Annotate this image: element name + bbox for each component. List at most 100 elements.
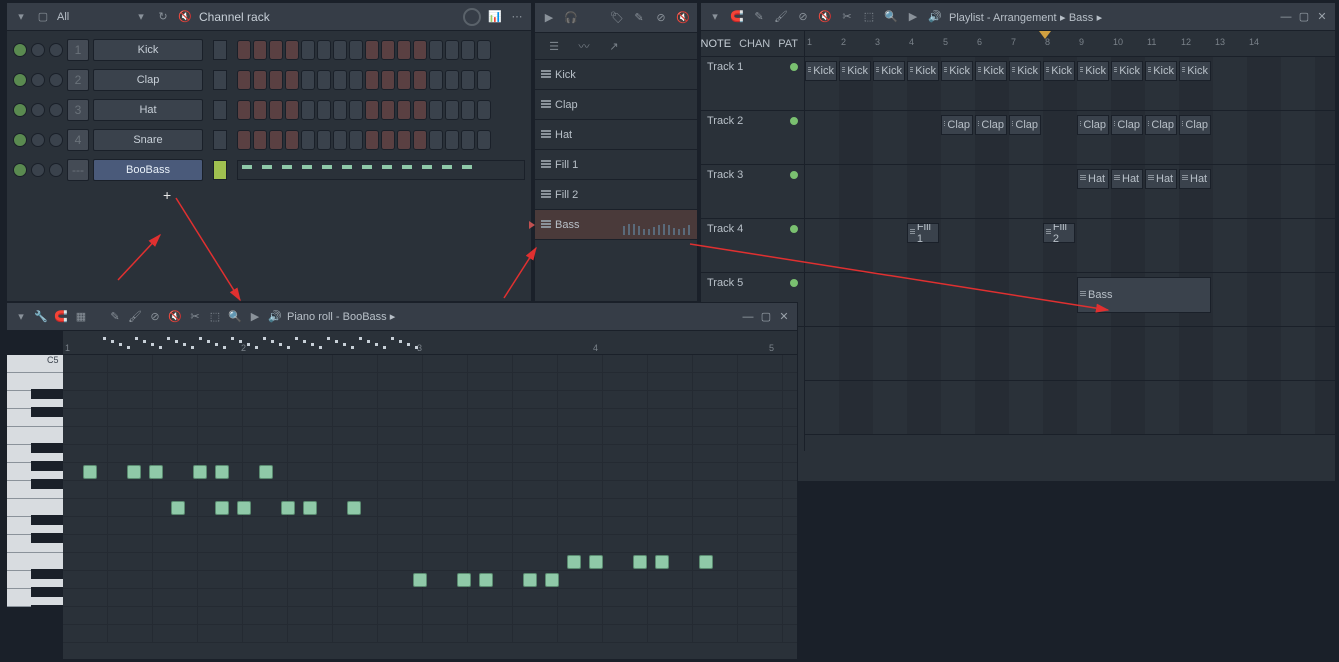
piano-roll-lane[interactable] [63,427,797,445]
step[interactable] [301,130,315,150]
step[interactable] [397,40,411,60]
midi-note[interactable] [281,501,295,515]
menu-icon[interactable]: ▾ [13,9,29,25]
close-button[interactable]: ✕ [777,310,791,324]
channel-select[interactable] [213,40,227,60]
bar-number[interactable]: 2 [841,37,846,47]
bar-number[interactable]: 3 [875,37,880,47]
playlist-clip[interactable]: Kick [873,61,905,81]
bar-number[interactable]: 7 [1011,37,1016,47]
step[interactable] [477,130,491,150]
track-header[interactable]: Track 3 [701,165,804,219]
menu-icon[interactable]: ▾ [13,309,29,325]
playlist-clip[interactable]: Bass [1077,277,1211,313]
step[interactable] [237,40,251,60]
channel-mini-notes[interactable] [237,160,525,180]
vol-knob[interactable] [49,73,63,87]
track-header[interactable]: Track 4 [701,219,804,273]
speaker-icon[interactable]: 🔊 [267,309,283,325]
step[interactable] [253,70,267,90]
channel-number[interactable]: 3 [67,99,89,121]
mute-led[interactable] [13,43,27,57]
playlist-clip[interactable]: Fill 2 [1043,223,1075,243]
midi-note[interactable] [567,555,581,569]
tag-icon[interactable]: 🏷 [609,10,625,26]
bar-number[interactable]: 14 [1249,37,1259,47]
vol-knob[interactable] [49,133,63,147]
midi-note[interactable] [413,573,427,587]
step[interactable] [477,70,491,90]
piano-roll-lane[interactable] [63,463,797,481]
pan-knob[interactable] [31,163,45,177]
step[interactable] [269,70,283,90]
piano-roll-lane[interactable] [63,607,797,625]
playlist-clip[interactable]: Hat [1145,169,1177,189]
step[interactable] [381,100,395,120]
pattern-item[interactable]: Hat [535,120,697,150]
piano-key-black[interactable] [31,389,63,399]
step[interactable] [269,130,283,150]
pan-knob[interactable] [31,43,45,57]
midi-note[interactable] [589,555,603,569]
stamp-icon[interactable]: ▦ [73,309,89,325]
select-icon[interactable]: ⬚ [207,309,223,325]
step[interactable] [413,70,427,90]
playlist-lane[interactable]: HatHatHatHat [805,165,1335,219]
magnet-icon[interactable]: 🧲 [729,9,745,25]
step[interactable] [381,130,395,150]
step[interactable] [397,130,411,150]
step[interactable] [253,100,267,120]
step[interactable] [269,100,283,120]
mute-icon[interactable]: 🔇 [675,10,691,26]
wrench-icon[interactable]: 🔧 [33,309,49,325]
midi-note[interactable] [127,465,141,479]
pan-knob[interactable] [31,103,45,117]
playlist-clip[interactable]: Clap [1179,115,1211,135]
playlist-clip[interactable]: Kick [1009,61,1041,81]
step[interactable] [317,70,331,90]
step[interactable] [301,70,315,90]
piano-roll-lane[interactable] [63,499,797,517]
more-icon[interactable]: ⋯ [509,9,525,25]
step[interactable] [429,100,443,120]
piano-key-black[interactable] [31,515,63,525]
track-enable-led[interactable] [790,279,798,287]
midi-note[interactable] [479,573,493,587]
pattern-item[interactable]: Clap [535,90,697,120]
track-enable-led[interactable] [790,225,798,233]
step[interactable] [381,40,395,60]
playlist-clip[interactable]: Kick [839,61,871,81]
channel-select[interactable] [213,160,227,180]
playlist-lane[interactable] [805,327,1335,381]
bar-number[interactable]: 5 [943,37,948,47]
channel-name-button[interactable]: Hat [93,99,203,121]
view-wave-icon[interactable]: 〰 [573,37,595,55]
pattern-item[interactable]: Bass [535,210,697,240]
channel-name-button[interactable]: Kick [93,39,203,61]
step[interactable] [269,40,283,60]
piano-roll-lane[interactable] [63,589,797,607]
select-icon[interactable]: ⬚ [861,9,877,25]
play-icon[interactable]: ▶ [247,309,263,325]
playlist-clip[interactable]: Kick [975,61,1007,81]
track-header[interactable]: Track 1 [701,57,804,111]
step[interactable] [429,130,443,150]
play-icon[interactable]: ▶ [905,9,921,25]
midi-note[interactable] [237,501,251,515]
step[interactable] [333,40,347,60]
pan-knob[interactable] [31,73,45,87]
midi-note[interactable] [303,501,317,515]
piano-key-black[interactable] [31,569,63,579]
step[interactable] [333,100,347,120]
bar-number[interactable]: 10 [1113,37,1123,47]
step[interactable] [445,70,459,90]
piano-key-black[interactable] [31,461,63,471]
piano-roll-lane[interactable] [63,535,797,553]
midi-note[interactable] [347,501,361,515]
step[interactable] [285,130,299,150]
playlist-clip[interactable]: Clap [941,115,973,135]
playlist-clip[interactable]: Kick [1043,61,1075,81]
piano-roll-lane[interactable] [63,553,797,571]
slice-icon[interactable]: ✂ [839,9,855,25]
step-sequencer[interactable] [237,40,491,60]
